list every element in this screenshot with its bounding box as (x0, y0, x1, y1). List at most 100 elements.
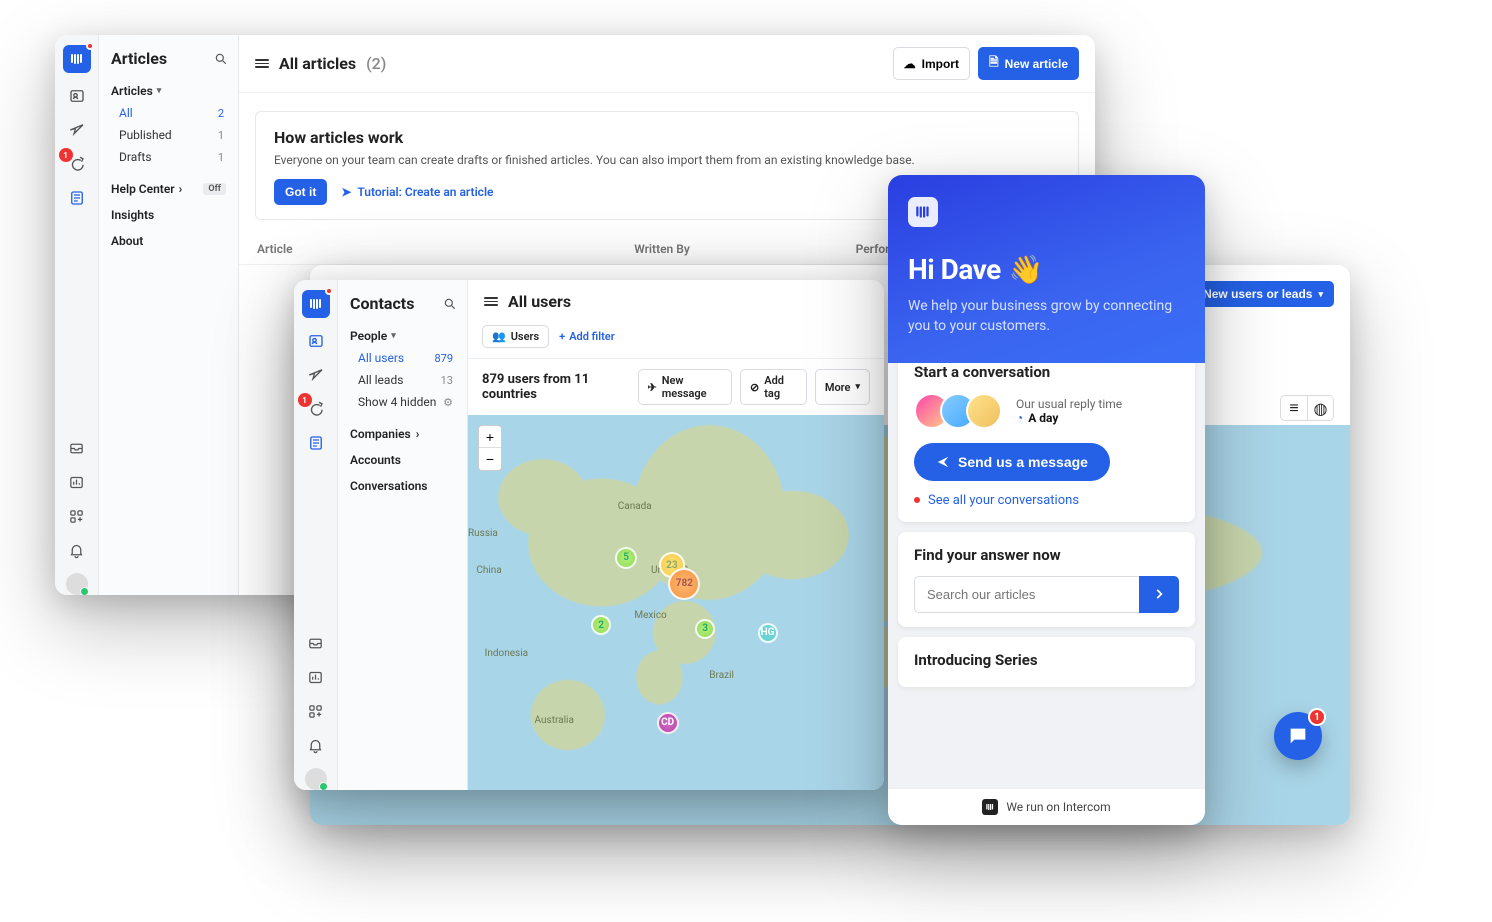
map-marker[interactable]: 5 (615, 547, 637, 569)
greeting-text: Hi Dave (908, 253, 1001, 286)
new-users-or-leads-label: New users or leads (1203, 287, 1312, 301)
tag-icon: ⊘ (750, 381, 759, 394)
unread-dot-icon (914, 497, 920, 503)
reports-icon[interactable] (66, 471, 88, 493)
document-icon: 🗎 (989, 53, 999, 74)
reply-label: Our usual reply time (1016, 397, 1122, 411)
people-group-toggle[interactable]: People▾ (338, 323, 467, 347)
users-chip[interactable]: 👥Users (482, 325, 549, 348)
articles-icon[interactable] (305, 432, 327, 454)
find-title: Find your answer now (914, 546, 1179, 564)
notifications-icon[interactable] (66, 539, 88, 561)
more-button[interactable]: More▾ (815, 369, 870, 405)
new-users-or-leads-button[interactable]: New users or leads ▾ (1192, 281, 1334, 307)
search-icon[interactable] (443, 297, 457, 311)
reports-icon[interactable] (305, 666, 327, 688)
subnav-item-all[interactable]: All2 (99, 102, 238, 124)
callout-heading: How articles work (274, 128, 1060, 147)
help-center-link[interactable]: Help Center› Off (99, 176, 238, 202)
about-link[interactable]: About (99, 228, 238, 254)
summary-bar: 879 users from 11 countries ✈New message… (468, 359, 884, 415)
clock-icon: ◔ (1016, 411, 1023, 425)
tutorial-link[interactable]: ➤Tutorial: Create an article (341, 185, 493, 199)
apps-icon[interactable] (66, 505, 88, 527)
add-tag-button[interactable]: ⊘Add tag (740, 369, 807, 405)
avatar (966, 393, 1002, 429)
subnav-item-show-hidden[interactable]: Show 4 hidden⚙ (338, 391, 467, 413)
users-map[interactable]: + − Canada United S. Mexico Brazil Russi… (468, 415, 884, 790)
chevron-right-icon (1152, 587, 1166, 601)
zoom-controls: + − (478, 425, 502, 471)
menu-icon[interactable] (484, 297, 498, 306)
wave-icon: 👋 (1009, 253, 1043, 286)
globe-icon: ◍ (1314, 399, 1328, 418)
map-label-canada: Canada (618, 501, 652, 512)
new-article-button[interactable]: 🗎New article (978, 47, 1079, 80)
inbox-icon[interactable] (305, 632, 327, 654)
conversations-icon[interactable]: 1 (305, 398, 327, 420)
subnav-item-all-users[interactable]: All users879 (338, 347, 467, 369)
accounts-link[interactable]: Accounts (338, 447, 467, 473)
conversations-icon[interactable]: 1 (66, 153, 88, 175)
outbound-icon[interactable] (305, 364, 327, 386)
chevron-right-icon: › (416, 427, 420, 441)
new-message-button[interactable]: ✈New message (638, 369, 733, 405)
list-view-button[interactable]: ≡ (1281, 396, 1307, 420)
messenger-launcher[interactable]: 1 (1274, 712, 1322, 760)
add-filter-link[interactable]: +Add filter (559, 330, 615, 343)
app-logo-icon[interactable] (63, 45, 91, 73)
app-logo-icon[interactable] (302, 290, 330, 318)
col-written-by: Written By (634, 242, 855, 256)
col-article: Article (257, 242, 634, 256)
map-marker[interactable]: 3 (695, 619, 715, 639)
send-message-button[interactable]: Send us a message (914, 443, 1110, 481)
contacts-icon[interactable] (305, 330, 327, 352)
cursor-icon: ➤ (341, 185, 351, 199)
articles-icon[interactable] (66, 187, 88, 209)
gear-icon: ⚙ (443, 396, 453, 409)
see-all-conversations-link[interactable]: See all your conversations (914, 493, 1179, 508)
map-marker[interactable]: HG (758, 623, 778, 643)
menu-icon[interactable] (255, 59, 269, 68)
insights-link[interactable]: Insights (99, 202, 238, 228)
got-it-button[interactable]: Got it (274, 179, 327, 205)
apps-icon[interactable] (305, 700, 327, 722)
import-button[interactable]: ☁Import (893, 47, 970, 80)
map-label-russia: Russia (468, 528, 498, 539)
notifications-icon[interactable] (305, 734, 327, 756)
subnav-item-drafts[interactable]: Drafts1 (99, 146, 238, 168)
page-title: All users (508, 292, 571, 311)
map-marker[interactable]: 782 (668, 568, 700, 600)
articles-group-toggle[interactable]: Articles▾ (99, 78, 238, 102)
search-articles-input[interactable] (914, 576, 1139, 613)
icon-rail-articles: 1 (55, 35, 99, 595)
map-marker[interactable]: CD (657, 712, 679, 734)
intercom-logo-icon (982, 799, 998, 815)
subnav-item-published[interactable]: Published1 (99, 124, 238, 146)
user-avatar[interactable] (66, 573, 88, 595)
send-icon (936, 455, 950, 469)
contacts-icon[interactable] (66, 85, 88, 107)
inbox-icon[interactable] (66, 437, 88, 459)
user-avatar[interactable] (305, 768, 327, 790)
map-label-brazil: Brazil (709, 670, 734, 681)
search-icon[interactable] (214, 52, 228, 66)
run-on-intercom[interactable]: We run on Intercom (888, 788, 1205, 825)
greeting-sub: We help your business grow by connecting… (908, 296, 1185, 337)
subnav-title: Articles (111, 49, 167, 68)
subnav-item-all-leads[interactable]: All leads13 (338, 369, 467, 391)
zoom-out-button[interactable]: − (479, 448, 501, 470)
zoom-in-button[interactable]: + (479, 426, 501, 448)
outbound-icon[interactable] (66, 119, 88, 141)
map-view-button[interactable]: ◍ (1307, 396, 1333, 420)
find-answer-card: Find your answer now (898, 532, 1195, 627)
conversations-link[interactable]: Conversations (338, 473, 467, 499)
map-label-china: China (476, 565, 501, 576)
series-title: Introducing Series (914, 651, 1179, 669)
chevron-right-icon: › (179, 182, 183, 196)
map-label-australia: Australia (535, 715, 574, 726)
map-marker[interactable]: 2 (591, 615, 611, 635)
series-card: Introducing Series (898, 637, 1195, 687)
search-go-button[interactable] (1139, 576, 1179, 613)
companies-link[interactable]: Companies› (338, 421, 467, 447)
